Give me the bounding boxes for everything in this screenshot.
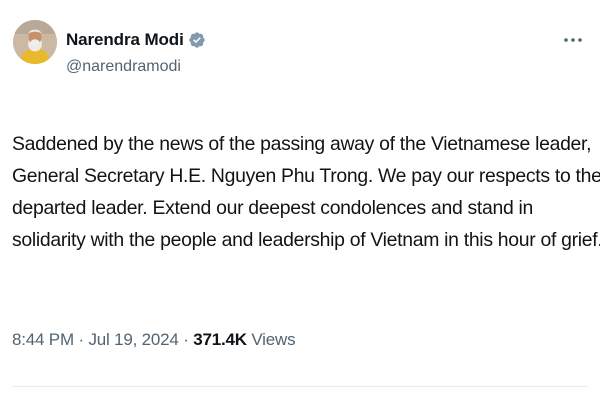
post-meta: 8:44 PM · Jul 19, 2024 · 371.4K Views [12,330,296,350]
author-handle[interactable]: @narendramodi [66,58,181,76]
post-card: Narendra Modi @narendramodi Saddened by … [0,0,600,400]
meta-separator: · [178,330,194,349]
post-text-line: Saddened by the news of the passing away… [12,133,592,155]
post-text-line: General Secretary H.E. Nguyen Phu Trong.… [12,165,600,187]
post-text-line: departed leader. Extend our deepest cond… [12,197,534,219]
post-text: Saddened by the news of the passing away… [12,128,600,256]
post-text-line: solidarity with the people and leadershi… [12,229,600,251]
verified-badge-icon [188,31,206,49]
post-date[interactable]: Jul 19, 2024 [88,330,178,349]
views-label: Views [246,330,296,349]
avatar[interactable] [13,20,57,64]
author-name[interactable]: Narendra Modi [66,30,184,50]
more-options-button[interactable] [560,30,586,50]
more-options-icon [564,38,582,42]
author-name-row: Narendra Modi [66,29,206,51]
meta-separator: · [73,330,89,349]
divider [12,386,588,387]
avatar-image [13,20,57,64]
views-count: 371.4K [193,330,247,349]
post-time[interactable]: 8:44 PM [12,330,74,349]
